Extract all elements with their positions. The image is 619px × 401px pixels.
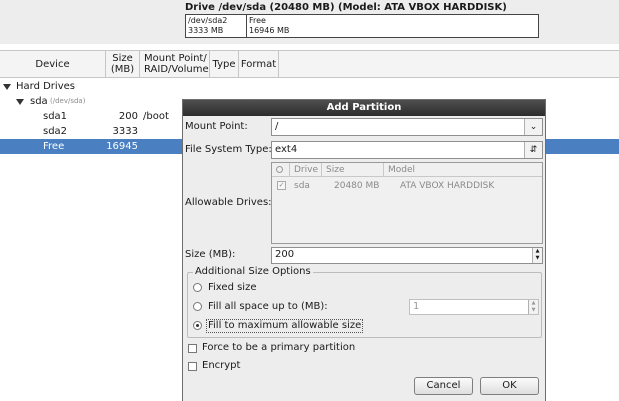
segment-name: Free <box>249 16 266 25</box>
partition-table-header: Device Size (MB) Mount Point/ RAID/Volum… <box>0 50 619 78</box>
disk-path: (/dev/sda) <box>50 97 86 105</box>
updown-icon[interactable]: ⇵ <box>524 142 542 158</box>
drive-checkbox[interactable]: ✓ <box>277 181 286 190</box>
spin-arrows-icon[interactable]: ▲ ▼ <box>532 248 542 263</box>
fixed-size-radio[interactable] <box>193 283 202 292</box>
size-label: Size (MB): <box>185 249 236 260</box>
column-model[interactable]: Model <box>384 163 542 177</box>
dialog-title: Add Partition <box>183 100 545 116</box>
cell-mount: /boot <box>143 111 169 122</box>
cell-device: sda1 <box>43 111 68 122</box>
cancel-button[interactable]: Cancel <box>414 377 473 395</box>
size-value: 200 <box>275 249 295 260</box>
spin-arrows-icon[interactable]: ▲ ▼ <box>528 300 538 314</box>
fixed-size-label[interactable]: Fixed size <box>208 282 256 294</box>
column-drive[interactable]: Drive <box>290 163 322 177</box>
circle-icon <box>276 166 283 173</box>
encrypt-label[interactable]: Encrypt <box>202 360 240 372</box>
size-options-frame: Additional Size Options Fixed size Fill … <box>187 266 542 338</box>
column-size[interactable]: Size (MB) <box>106 51 140 77</box>
fs-type-value: ext4 <box>275 144 298 155</box>
fill-up-to-radio[interactable] <box>193 302 202 311</box>
size-options-legend: Additional Size Options <box>193 266 313 278</box>
column-format[interactable]: Format <box>239 51 279 77</box>
column-check <box>272 163 290 177</box>
segment-name: /dev/sda2 <box>188 16 228 25</box>
segment-size: 3333 MB <box>188 26 224 35</box>
cell-size: 16945 <box>106 141 138 152</box>
cell-size: 3333 <box>112 126 138 137</box>
column-mount-point[interactable]: Mount Point/ RAID/Volume <box>140 51 210 77</box>
cell-size: 200 <box>118 111 138 122</box>
column-type[interactable]: Type <box>210 51 239 77</box>
disk-partition-bar: /dev/sda2 3333 MB Free 16946 MB <box>185 14 539 38</box>
fs-type-label: File System Type: <box>185 144 272 155</box>
cell-device: Free <box>43 141 65 152</box>
fill-up-to-spinbutton[interactable]: 1 ▲ ▼ <box>409 299 539 315</box>
ok-button[interactable]: OK <box>480 377 539 395</box>
expander-down-icon[interactable] <box>16 99 24 105</box>
drives-list-header: Drive Size Model <box>272 163 542 177</box>
primary-partition-label[interactable]: Force to be a primary partition <box>202 342 355 354</box>
expander-down-icon[interactable] <box>3 84 11 90</box>
size-spinbutton[interactable]: 200 ▲ ▼ <box>271 247 543 264</box>
fill-max-radio[interactable] <box>193 321 202 330</box>
fs-type-select[interactable]: ext4 ⇵ <box>271 141 543 159</box>
tree-label: sda <box>30 96 48 107</box>
drive-model: ATA VBOX HARDDISK <box>400 181 495 191</box>
primary-partition-checkbox[interactable] <box>188 344 197 353</box>
allowable-drives-list: Drive Size Model ✓ sda 20480 MB ATA VBOX… <box>271 162 543 244</box>
drive-name: sda <box>294 181 310 191</box>
mount-point-label: Mount Point: <box>185 121 248 132</box>
fill-up-to-label[interactable]: Fill all space up to (MB): <box>208 301 328 313</box>
disk-segment-free[interactable]: Free 16946 MB <box>247 15 538 37</box>
fill-up-to-value: 1 <box>413 301 420 312</box>
disk-segment-sda2[interactable]: /dev/sda2 3333 MB <box>186 15 247 37</box>
mount-point-combo[interactable]: / ⌄ <box>271 118 543 136</box>
chevron-down-icon[interactable]: ⌄ <box>524 119 542 135</box>
segment-size: 16946 MB <box>249 26 290 35</box>
drive-map-panel: Drive /dev/sda (20480 MB) (Model: ATA VB… <box>0 0 619 44</box>
tree-row-hard-drives[interactable]: Hard Drives <box>0 79 619 94</box>
fill-max-label[interactable]: Fill to maximum allowable size <box>206 319 364 333</box>
drive-size: 20480 MB <box>334 181 380 191</box>
encrypt-checkbox[interactable] <box>188 362 197 371</box>
cell-device: sda2 <box>43 126 68 137</box>
list-item[interactable]: ✓ sda 20480 MB ATA VBOX HARDDISK <box>272 179 542 193</box>
drive-title: Drive /dev/sda (20480 MB) (Model: ATA VB… <box>185 2 507 13</box>
allowable-drives-label: Allowable Drives: <box>185 197 272 208</box>
add-partition-dialog: Add Partition Mount Point: / ⌄ File Syst… <box>182 99 546 401</box>
column-device[interactable]: Device <box>0 51 106 77</box>
mount-point-value: / <box>275 121 279 132</box>
column-size[interactable]: Size <box>322 163 384 177</box>
tree-label: Hard Drives <box>16 81 75 92</box>
